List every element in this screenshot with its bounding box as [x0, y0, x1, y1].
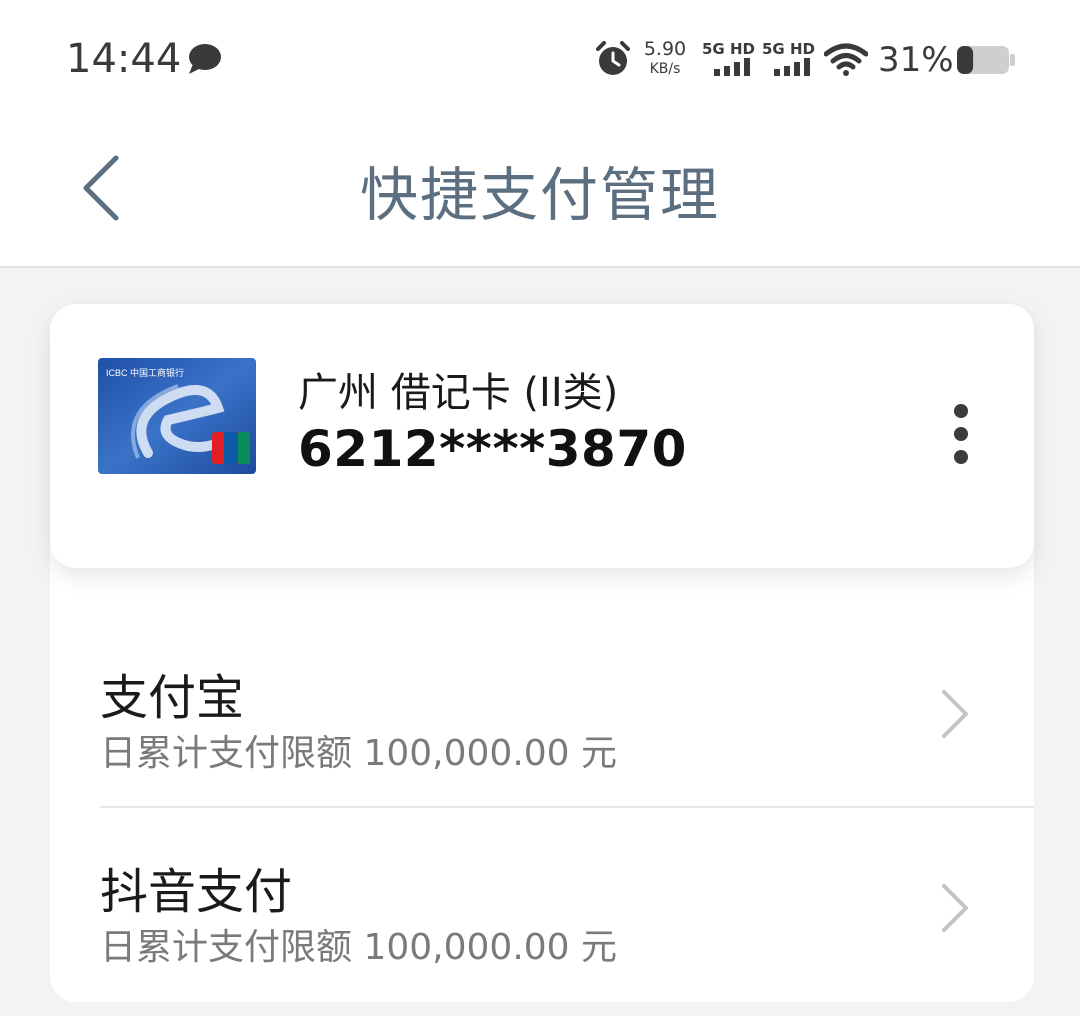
page-title: 快捷支付管理: [359, 161, 720, 229]
card-name: 广州 借记卡 (II类): [298, 370, 619, 416]
message-icon: [189, 44, 221, 74]
signal-bars-icon: [774, 58, 810, 76]
network-speed: 5.90 KB/s: [640, 38, 690, 77]
alarm-icon: [596, 41, 630, 75]
card-bank-text: ICBC 中国工商银行: [106, 367, 184, 378]
sim2-signal: 5G HD: [762, 40, 815, 76]
bank-card-section: ICBC 中国工商银行 广州 借记卡 (II类) 6212****3870: [50, 304, 1034, 568]
chevron-right-icon: [942, 690, 968, 738]
payment-limit: 日累计支付限额 100,000.00 元: [100, 927, 618, 968]
net-speed-unit: KB/s: [649, 61, 681, 77]
status-bar: 14:44 5.90 KB/s 5G HD 5G HD 31%: [0, 0, 1080, 120]
more-dot-icon: [954, 450, 968, 464]
chevron-right-icon: [942, 884, 968, 932]
payment-row-alipay[interactable]: 支付宝 日累计支付限额 100,000.00 元: [100, 618, 1034, 808]
battery-percent: 31%: [878, 40, 954, 80]
card-number: 6212****3870: [298, 420, 687, 478]
more-dot-icon: [954, 404, 968, 418]
payment-limit: 日累计支付限额 100,000.00 元: [100, 733, 618, 774]
sim1-label: 5G HD: [702, 40, 755, 58]
more-dot-icon: [954, 427, 968, 441]
divider: [100, 806, 1034, 808]
battery-icon: [957, 46, 1015, 74]
payment-name: 抖音支付: [100, 864, 293, 920]
payment-row-douyin[interactable]: 抖音支付 日累计支付限额 100,000.00 元: [100, 812, 1034, 1002]
sim2-label: 5G HD: [762, 40, 815, 58]
top-area: 14:44 5.90 KB/s 5G HD 5G HD 31% 快捷支付管理: [0, 0, 1080, 268]
sim1-signal: 5G HD: [702, 40, 755, 76]
more-options-button[interactable]: [946, 404, 976, 468]
status-time: 14:44: [66, 36, 182, 82]
bank-card-image: ICBC 中国工商银行: [98, 358, 256, 474]
signal-bars-icon: [714, 58, 750, 76]
net-speed-value: 5.90: [643, 38, 687, 60]
wifi-icon: [824, 43, 868, 76]
payment-name: 支付宝: [100, 670, 245, 726]
